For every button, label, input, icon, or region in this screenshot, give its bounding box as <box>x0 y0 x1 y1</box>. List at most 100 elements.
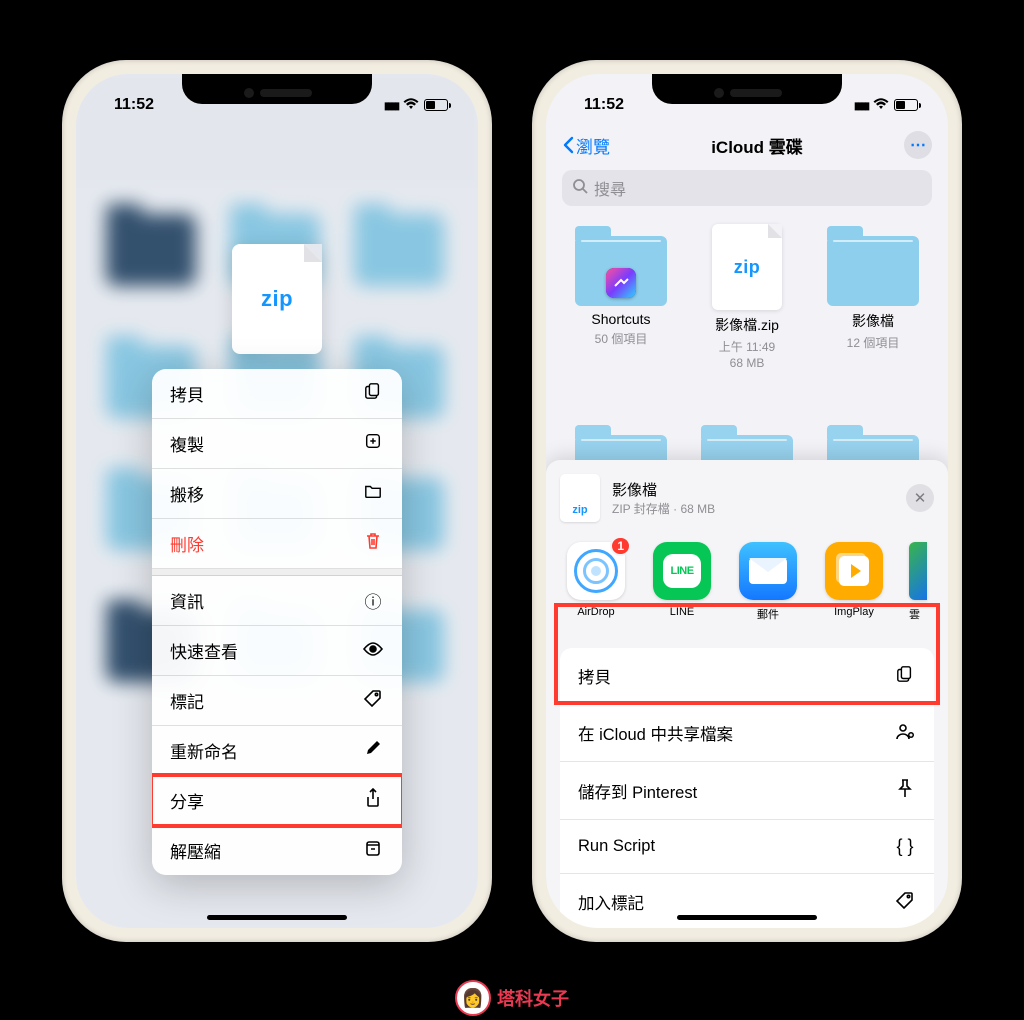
menu-uncompress[interactable]: 解壓縮 <box>152 826 402 875</box>
copy-icon <box>362 382 384 405</box>
nav-bar: 瀏覽 iCloud 雲碟 ⋯ <box>546 122 948 168</box>
share-sheet: zip 影像檔 ZIP 封存檔 · 68 MB ✕ 1 <box>546 460 948 928</box>
wifi-icon <box>403 97 419 113</box>
close-icon: ✕ <box>914 489 927 507</box>
menu-move[interactable]: 搬移 <box>152 469 402 519</box>
action-label: 儲存到 Pinterest <box>578 779 697 803</box>
file-meta: 12 個項目 <box>847 336 900 352</box>
info-icon: ⓘ <box>362 588 384 613</box>
home-indicator <box>207 915 347 920</box>
menu-tags[interactable]: 標記 <box>152 676 402 726</box>
chevron-left-icon <box>562 136 574 154</box>
menu-info[interactable]: 資訊 ⓘ <box>152 576 402 626</box>
close-button[interactable]: ✕ <box>906 484 934 512</box>
menu-delete[interactable]: 刪除 <box>152 519 402 569</box>
share-app-line[interactable]: LINE LINE <box>650 542 714 622</box>
file-meta: 上午 11:4968 MB <box>719 340 775 371</box>
wifi-icon <box>873 97 889 113</box>
airdrop-icon: 1 <box>567 542 625 600</box>
menu-copy[interactable]: 拷貝 <box>152 369 402 419</box>
share-apps-row[interactable]: 1 AirDrop LINE LINE 郵件 <box>546 532 948 630</box>
phone-right: 11:52 瀏覽 iCloud 雲碟 ⋯ <box>532 60 962 942</box>
menu-quicklook[interactable]: 快速查看 <box>152 626 402 676</box>
share-app-airdrop[interactable]: 1 AirDrop <box>564 542 628 622</box>
action-label: 加入標記 <box>578 890 644 914</box>
action-label: 在 iCloud 中共享檔案 <box>578 721 733 745</box>
folder-icon <box>575 236 667 306</box>
file-item-shortcuts[interactable]: Shortcuts 50 個項目 <box>566 224 676 371</box>
tag-icon <box>894 891 916 914</box>
person-add-icon <box>894 722 916 745</box>
file-item-folder[interactable]: 影像檔 12 個項目 <box>818 224 928 371</box>
zip-badge-label: zip <box>261 286 293 312</box>
sheet-header: zip 影像檔 ZIP 封存檔 · 68 MB ✕ <box>546 460 948 532</box>
mail-icon <box>739 542 797 600</box>
share-app-mail[interactable]: 郵件 <box>736 542 800 622</box>
file-item-zip[interactable]: zip 影像檔.zip 上午 11:4968 MB <box>692 224 802 371</box>
file-preview-zip: zip <box>232 244 322 354</box>
menu-share[interactable]: 分享 <box>152 776 402 826</box>
context-menu: 拷貝 複製 搬移 刪除 <box>152 369 402 875</box>
phone-left: 11:52 zip <box>62 60 492 942</box>
menu-label: 搬移 <box>170 481 204 506</box>
sheet-title: 影像檔 <box>612 479 715 500</box>
folder-icon <box>362 483 384 504</box>
partial-app-icon <box>909 542 927 600</box>
back-label: 瀏覽 <box>576 133 610 158</box>
menu-label: 重新命名 <box>170 738 238 763</box>
more-button[interactable]: ⋯ <box>904 131 932 159</box>
device-notch <box>182 74 372 104</box>
share-app-partial[interactable]: 雲 <box>908 542 928 622</box>
menu-label: 標記 <box>170 688 204 713</box>
watermark: 👩 塔科女子 <box>455 980 569 1016</box>
action-label: Run Script <box>578 837 655 856</box>
file-grid: Shortcuts 50 個項目 zip 影像檔.zip 上午 11:4968 … <box>546 218 948 377</box>
file-meta: 50 個項目 <box>595 332 648 348</box>
action-pinterest[interactable]: 儲存到 Pinterest <box>560 762 934 820</box>
app-label: AirDrop <box>577 606 614 618</box>
menu-label: 分享 <box>170 788 204 813</box>
file-name: 影像檔.zip <box>715 315 779 335</box>
menu-label: 拷貝 <box>170 381 204 406</box>
status-time: 11:52 <box>114 96 154 114</box>
sheet-subtitle: ZIP 封存檔 · 68 MB <box>612 500 715 517</box>
shortcuts-badge-icon <box>606 268 636 298</box>
action-icloud-share[interactable]: 在 iCloud 中共享檔案 <box>560 705 934 762</box>
sheet-file-thumb: zip <box>560 474 600 522</box>
menu-label: 複製 <box>170 431 204 456</box>
menu-rename[interactable]: 重新命名 <box>152 726 402 776</box>
device-notch <box>652 74 842 104</box>
file-name: Shortcuts <box>591 311 650 327</box>
share-app-imgplay[interactable]: ImgPlay <box>822 542 886 622</box>
watermark-text: 塔科女子 <box>497 985 569 1011</box>
notification-badge: 1 <box>610 536 631 556</box>
line-icon: LINE <box>653 542 711 600</box>
search-input[interactable]: 搜尋 <box>562 170 932 206</box>
action-run-script[interactable]: Run Script { } <box>560 820 934 874</box>
action-copy[interactable]: 拷貝 <box>560 648 934 705</box>
app-label: 雲 <box>909 606 927 622</box>
pencil-icon <box>362 740 384 761</box>
menu-duplicate[interactable]: 複製 <box>152 419 402 469</box>
app-label: LINE <box>670 606 694 618</box>
battery-icon <box>894 99 918 111</box>
menu-divider <box>152 569 402 576</box>
cellular-icon <box>384 96 398 114</box>
menu-label: 快速查看 <box>170 638 238 663</box>
eye-icon <box>362 641 384 661</box>
zip-file-icon: zip <box>712 224 782 310</box>
app-label: ImgPlay <box>834 606 874 618</box>
app-label: 郵件 <box>757 606 779 622</box>
action-label: 拷貝 <box>578 664 611 688</box>
share-icon <box>362 788 384 813</box>
imgplay-icon <box>825 542 883 600</box>
pin-icon <box>894 778 916 803</box>
back-button[interactable]: 瀏覽 <box>562 133 610 158</box>
cellular-icon <box>854 96 868 114</box>
trash-icon <box>362 532 384 555</box>
ellipsis-icon: ⋯ <box>910 135 926 155</box>
braces-icon: { } <box>894 836 916 857</box>
file-name: 影像檔 <box>852 311 894 331</box>
share-actions: 拷貝 在 iCloud 中共享檔案 儲存到 Pinterest <box>560 648 934 928</box>
zip-badge-label: zip <box>734 257 761 278</box>
